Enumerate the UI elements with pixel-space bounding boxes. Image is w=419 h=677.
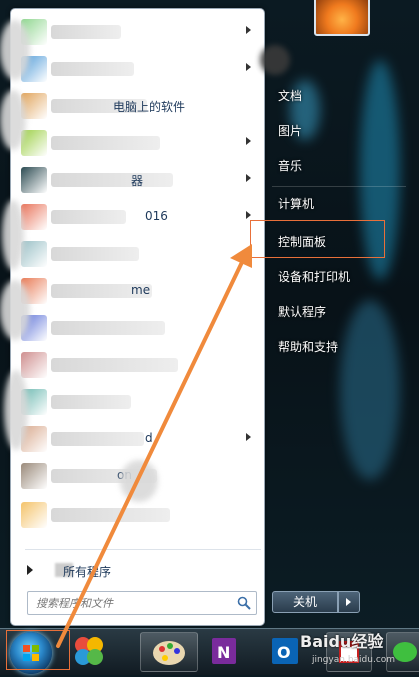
program-label: me xyxy=(131,283,151,297)
shutdown-button[interactable]: 关机 xyxy=(272,591,338,613)
onenote-icon: N xyxy=(212,638,236,664)
right-item-label: 默认程序 xyxy=(278,305,327,319)
submenu-arrow-icon xyxy=(246,211,251,219)
program-icon xyxy=(21,463,47,489)
blurred-label xyxy=(51,173,173,187)
program-icon xyxy=(21,241,47,267)
search-input[interactable] xyxy=(34,594,228,612)
program-item[interactable] xyxy=(17,498,259,532)
right-item-label: 设备和打印机 xyxy=(278,270,351,284)
blur-mask xyxy=(260,45,290,75)
blur-mask xyxy=(0,20,30,80)
blur-mask xyxy=(0,90,26,150)
blurred-label xyxy=(51,358,178,372)
program-icon xyxy=(21,167,47,193)
search-icon[interactable] xyxy=(236,595,252,611)
program-item[interactable] xyxy=(17,52,259,86)
program-label: 016 xyxy=(145,209,168,223)
submenu-arrow-icon xyxy=(246,174,251,182)
blurred-label xyxy=(51,62,134,76)
program-item[interactable]: d xyxy=(17,422,259,456)
user-avatar[interactable] xyxy=(314,0,370,36)
program-item[interactable]: 电脑上的软件 xyxy=(17,89,259,123)
all-programs-button[interactable]: 所有程序 xyxy=(19,559,259,583)
right-item-help-support[interactable]: 帮助和支持 xyxy=(270,331,410,361)
svg-text:O: O xyxy=(277,643,291,662)
program-icon xyxy=(21,502,47,528)
right-item-label: 帮助和支持 xyxy=(278,340,339,354)
desktop-glow xyxy=(340,300,400,480)
blurred-label xyxy=(51,247,139,261)
program-item[interactable] xyxy=(17,348,259,382)
program-item[interactable] xyxy=(17,15,259,49)
shutdown-options-button[interactable] xyxy=(338,591,360,613)
blurred-label xyxy=(51,321,165,335)
right-item-label: 文档 xyxy=(278,89,303,103)
submenu-arrow-icon xyxy=(246,433,251,441)
all-programs-label: 所有程序 xyxy=(63,565,112,579)
right-item-default-programs[interactable]: 默认程序 xyxy=(270,296,410,326)
submenu-arrow-icon xyxy=(246,137,251,145)
taskbar-app-paint[interactable] xyxy=(140,632,198,672)
right-item-documents[interactable]: 文档 xyxy=(270,80,410,110)
paint-palette-icon xyxy=(153,641,185,665)
right-item-devices-printers[interactable]: 设备和打印机 xyxy=(270,261,410,291)
blurred-label xyxy=(51,432,144,446)
program-item[interactable] xyxy=(17,237,259,271)
program-label: d xyxy=(145,431,153,445)
program-icon xyxy=(21,352,47,378)
submenu-arrow-icon xyxy=(246,26,251,34)
program-item[interactable]: me xyxy=(17,274,259,308)
program-icon xyxy=(21,130,47,156)
program-item[interactable] xyxy=(17,385,259,419)
program-item[interactable] xyxy=(17,311,259,345)
program-item[interactable] xyxy=(17,126,259,160)
right-item-music[interactable]: 音乐 xyxy=(270,150,410,180)
start-button-highlight xyxy=(6,630,70,670)
right-item-label: 图片 xyxy=(278,124,303,138)
watermark: Baidu经验 xyxy=(300,632,384,651)
right-item-pictures[interactable]: 图片 xyxy=(270,115,410,145)
svg-text:N: N xyxy=(217,643,230,662)
taskbar-app-onenote[interactable]: N xyxy=(200,632,246,670)
control-panel-highlight xyxy=(250,220,385,258)
triangle-right-icon xyxy=(27,565,33,575)
program-label: 器 xyxy=(131,174,144,188)
blurred-label xyxy=(51,210,126,224)
taskbar-app-wechat[interactable] xyxy=(386,632,419,672)
search-box[interactable] xyxy=(27,591,257,615)
pinwheel-icon xyxy=(75,637,103,665)
program-label: 电脑上的软件 xyxy=(113,100,186,114)
divider xyxy=(25,549,261,550)
submenu-arrow-icon xyxy=(246,63,251,71)
chat-icon xyxy=(393,642,417,662)
program-icon xyxy=(21,204,47,230)
right-item-label: 音乐 xyxy=(278,159,303,173)
start-menu-left-pane: 电脑上的软件器016medon 所有程序 xyxy=(10,8,265,626)
program-item[interactable]: 器 xyxy=(17,163,259,197)
blurred-label xyxy=(51,136,160,150)
program-item[interactable]: 016 xyxy=(17,200,259,234)
watermark-url: jingyan.baidu.com xyxy=(312,655,396,665)
right-item-computer[interactable]: 计算机 xyxy=(270,188,410,218)
blur-mask xyxy=(4,370,28,450)
blur-mask xyxy=(2,200,24,270)
blurred-label xyxy=(51,25,121,39)
divider xyxy=(272,186,406,187)
blurred-label xyxy=(51,395,131,409)
blur-mask xyxy=(120,460,158,502)
blurred-label xyxy=(51,508,170,522)
taskbar-app-photos[interactable] xyxy=(70,632,108,670)
right-item-label: 计算机 xyxy=(278,197,315,211)
blur-mask xyxy=(0,280,30,340)
